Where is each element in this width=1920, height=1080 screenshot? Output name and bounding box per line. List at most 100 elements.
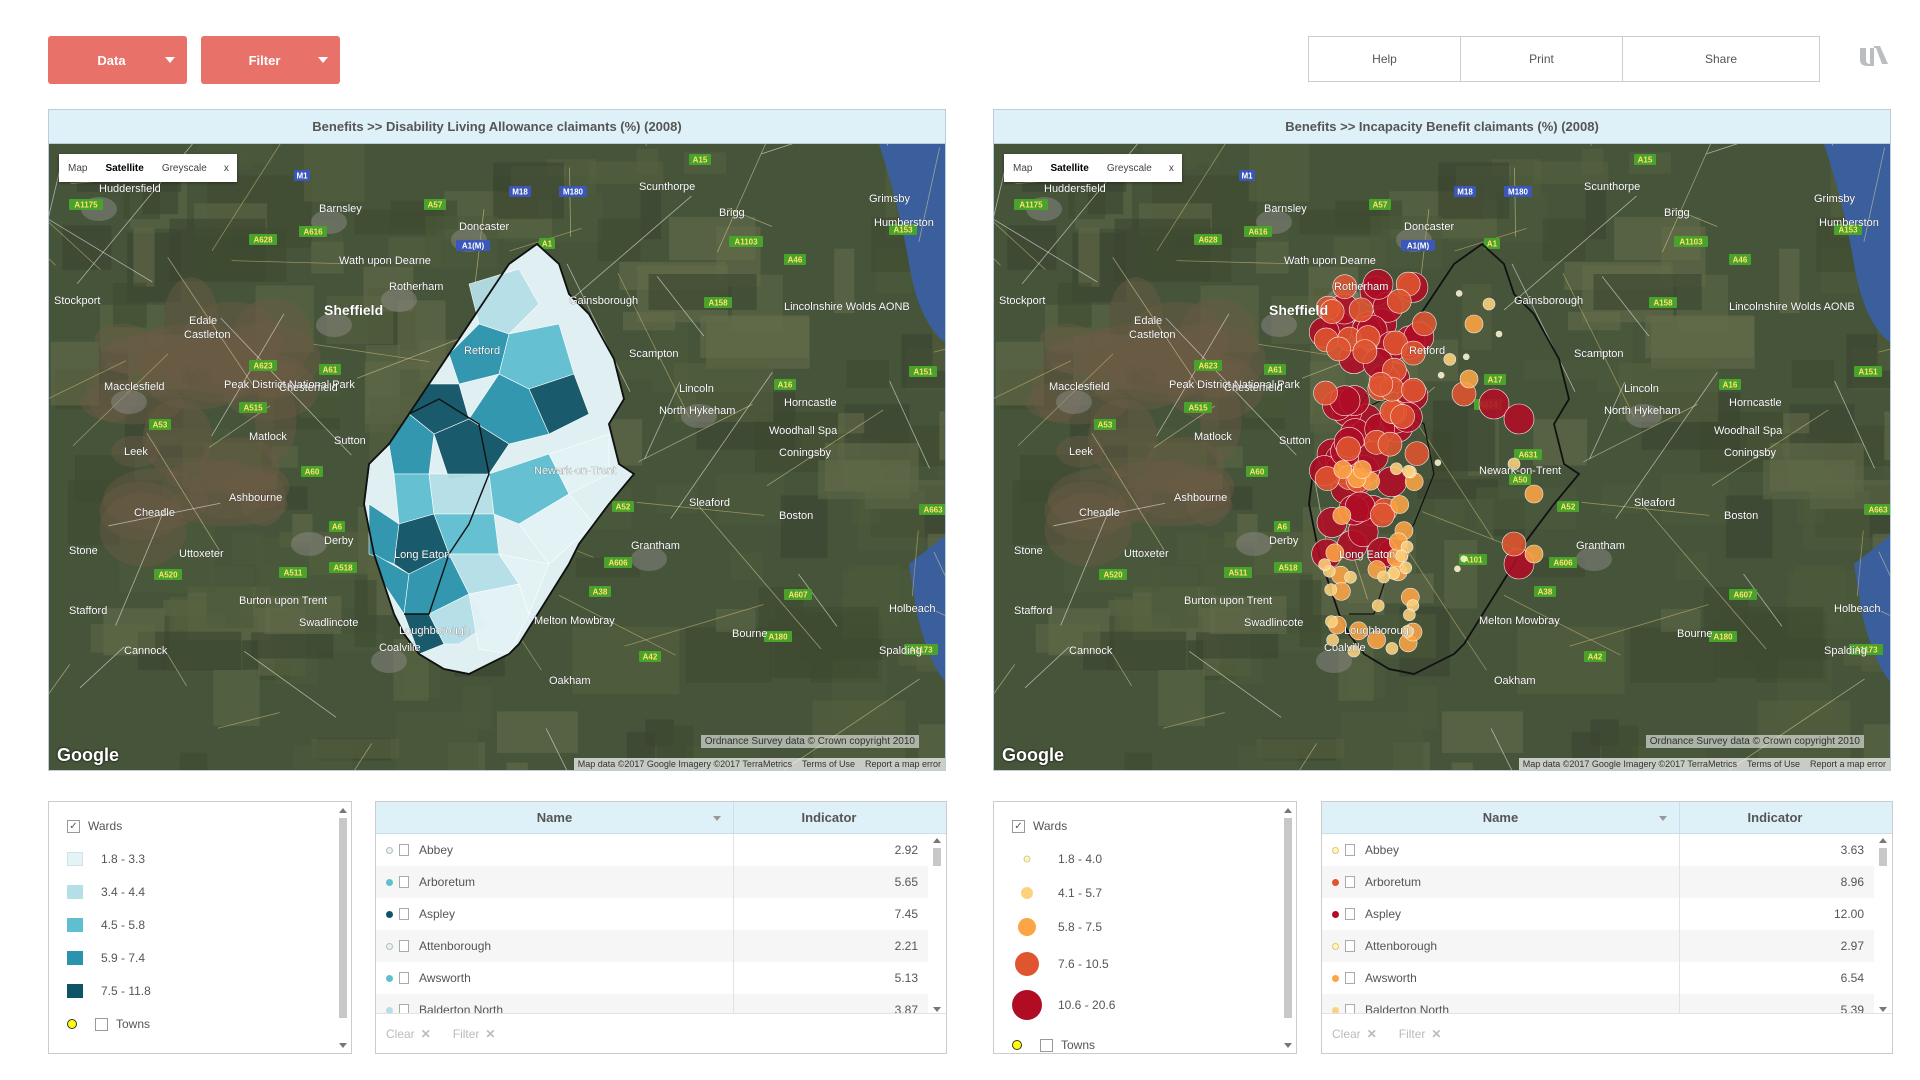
left-map-title: Benefits >> Disability Living Allowance … xyxy=(49,110,945,144)
filter-table-button[interactable]: Filter ✕ xyxy=(453,1027,496,1041)
road-label: A623 xyxy=(1198,362,1218,371)
ward-bubble xyxy=(1352,460,1372,479)
chevron-down-icon xyxy=(318,57,328,63)
table-row[interactable]: Attenborough 2.21 xyxy=(376,930,928,962)
legend-item: 4.1 - 5.7 xyxy=(1012,884,1102,902)
place-label: Spalding xyxy=(1824,645,1867,657)
terms-link[interactable]: Terms of Use xyxy=(1747,759,1800,769)
close-icon[interactable]: x xyxy=(216,154,237,182)
terrain-patch xyxy=(1783,413,1810,434)
place-label: Woodhall Spa xyxy=(769,425,838,437)
road-label: A616 xyxy=(303,228,323,237)
place-label: Sheffield xyxy=(324,302,383,318)
road-label: A15 xyxy=(1638,156,1653,165)
road-label: M18 xyxy=(1457,188,1473,197)
map-type-map[interactable]: Map xyxy=(1004,154,1041,182)
document-icon xyxy=(1345,972,1355,984)
data-dropdown-button[interactable]: Data xyxy=(48,36,187,84)
map-data-credit: Map data ©2017 Google Imagery ©2017 Terr… xyxy=(577,759,792,769)
table-row[interactable]: Awsworth 5.13 xyxy=(376,962,928,994)
filter-table-button[interactable]: Filter ✕ xyxy=(1399,1027,1442,1041)
indicator-column-header[interactable]: Indicator xyxy=(1680,802,1870,833)
wards-checkbox[interactable]: ✓ xyxy=(67,819,80,833)
legend-swatch xyxy=(67,984,83,998)
map-type-greyscale[interactable]: Greyscale xyxy=(153,154,216,182)
road-label: A42 xyxy=(643,653,658,662)
clear-button[interactable]: Clear ✕ xyxy=(386,1027,431,1041)
sort-arrow-icon xyxy=(713,816,721,821)
ward-bubble xyxy=(1332,506,1352,525)
legend-scrollbar[interactable] xyxy=(1282,808,1294,1048)
table-row[interactable]: Abbey 2.92 xyxy=(376,834,928,866)
road-label: M1 xyxy=(1241,172,1253,181)
terrain-patch xyxy=(1441,711,1523,753)
ward-name: Abbey xyxy=(1365,843,1400,857)
wards-layer-toggle[interactable]: ✓ Wards xyxy=(67,819,122,833)
table-row[interactable]: Aspley 12.00 xyxy=(1322,898,1874,930)
map-type-map[interactable]: Map xyxy=(59,154,96,182)
ward-name: Abbey xyxy=(419,843,454,857)
filter-dropdown-button[interactable]: Filter xyxy=(201,36,340,84)
right-map-view[interactable]: M1 M18 M180 A1(M) A1 A15 A46 A17 A52 A50 A38 A6 A60 A… xyxy=(994,144,1890,770)
towns-checkbox[interactable] xyxy=(1040,1038,1053,1052)
place-label: Sleaford xyxy=(689,497,730,509)
ward-name: Aspley xyxy=(1365,907,1402,921)
ward-bubble xyxy=(1377,431,1403,457)
road-label: A1 xyxy=(542,240,553,249)
table-row[interactable]: Balderton North 3.87 xyxy=(376,994,928,1014)
indicator-value: 5.65 xyxy=(894,875,918,889)
place-label: Coningsby xyxy=(779,447,831,459)
help-button[interactable]: Help xyxy=(1309,37,1461,81)
road-label: A628 xyxy=(1198,236,1218,245)
table-row[interactable]: Abbey 3.63 xyxy=(1322,834,1874,866)
ward-bubble xyxy=(1454,565,1461,573)
legend-bubble xyxy=(1021,887,1033,899)
map-type-satellite[interactable]: Satellite xyxy=(96,154,152,182)
share-button[interactable]: Share xyxy=(1623,37,1819,81)
wards-layer-toggle[interactable]: ✓ Wards xyxy=(1012,819,1067,833)
report-error-link[interactable]: Report a map error xyxy=(1810,759,1886,769)
table-header: Name Indicator xyxy=(1322,802,1892,834)
table-row[interactable]: Arboretum 5.65 xyxy=(376,866,928,898)
place-label: Lincolnshire Wolds AONB xyxy=(784,301,910,313)
indicator-value: 3.87 xyxy=(894,1003,918,1014)
table-header: Name Indicator xyxy=(376,802,946,834)
terrain-patch xyxy=(640,190,662,240)
close-icon: ✕ xyxy=(1366,1026,1377,1041)
clear-button[interactable]: Clear ✕ xyxy=(1332,1027,1377,1041)
left-map-view[interactable]: M1M18M180A1(M)A1A15A46A17A52A50A38A6A60A… xyxy=(49,144,945,770)
table-row[interactable]: Awsworth 6.54 xyxy=(1322,962,1874,994)
place-label: Sheffield xyxy=(1269,302,1328,318)
map-type-greyscale[interactable]: Greyscale xyxy=(1098,154,1161,182)
place-label: Coningsby xyxy=(1724,447,1776,459)
wards-checkbox[interactable]: ✓ xyxy=(1012,819,1025,833)
place-label: Gainsborough xyxy=(569,295,638,307)
legend-scrollbar[interactable] xyxy=(337,808,349,1048)
table-scrollbar[interactable] xyxy=(1877,838,1889,1012)
table-row[interactable]: Aspley 7.45 xyxy=(376,898,928,930)
map-type-satellite[interactable]: Satellite xyxy=(1041,154,1097,182)
report-error-link[interactable]: Report a map error xyxy=(865,759,941,769)
towns-layer-toggle[interactable]: Towns xyxy=(67,1017,150,1031)
indicator-column-header[interactable]: Indicator xyxy=(734,802,924,833)
place-label: Rotherham xyxy=(389,281,443,293)
table-row[interactable]: Arboretum 8.96 xyxy=(1322,866,1874,898)
road-label: A663 xyxy=(1868,506,1888,515)
table-row[interactable]: Balderton North 5.39 xyxy=(1322,994,1874,1014)
terrain-patch xyxy=(1645,315,1755,358)
terrain-patch xyxy=(1176,532,1208,565)
table-scrollbar[interactable] xyxy=(931,838,943,1012)
print-button[interactable]: Print xyxy=(1461,37,1623,81)
ward-bubble xyxy=(1326,336,1351,362)
towns-checkbox[interactable] xyxy=(95,1017,108,1031)
place-label: Oakham xyxy=(549,675,591,687)
name-column-header[interactable]: Name xyxy=(1322,802,1680,833)
terrain-patch xyxy=(846,359,890,389)
towns-layer-toggle[interactable]: Towns xyxy=(1012,1038,1095,1052)
table-row[interactable]: Attenborough 2.97 xyxy=(1322,930,1874,962)
terrain-patch xyxy=(1675,552,1708,581)
close-icon[interactable]: x xyxy=(1161,154,1182,182)
name-column-header[interactable]: Name xyxy=(376,802,734,833)
terms-link[interactable]: Terms of Use xyxy=(802,759,855,769)
place-label: Boston xyxy=(779,510,813,522)
